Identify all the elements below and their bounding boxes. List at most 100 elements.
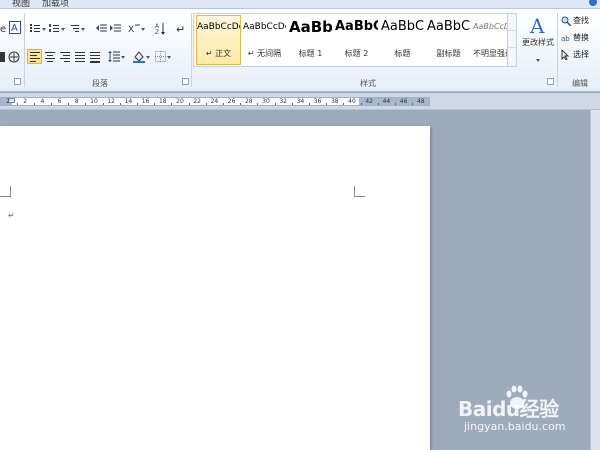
style-subtle-emphasis[interactable]: AaBbCcDd 不明显强调 bbox=[472, 15, 508, 65]
tab-view[interactable]: 视图 bbox=[12, 0, 30, 8]
find-icon bbox=[561, 16, 571, 26]
ruler-label: 46 bbox=[399, 98, 408, 105]
ruler-label: 8 bbox=[74, 98, 79, 105]
ruler-label: 44 bbox=[382, 98, 391, 105]
ruler-tick bbox=[16, 103, 18, 105]
ruler-tick bbox=[395, 103, 396, 105]
paragraph-mark: ↵ bbox=[8, 211, 15, 220]
style-title[interactable]: AaBbC 标题 bbox=[380, 15, 425, 65]
svg-text:X: X bbox=[128, 25, 134, 34]
change-styles-label: 更改样式 bbox=[522, 38, 554, 47]
select-button[interactable]: 选择 bbox=[561, 48, 600, 62]
ruler-label: 32 bbox=[279, 98, 288, 105]
show-paragraph-marks-icon[interactable]: ↵ bbox=[176, 23, 184, 35]
watermark: Baidu经验 jingyan.baidu.com bbox=[458, 383, 598, 439]
align-center-button[interactable] bbox=[42, 49, 57, 64]
ruler-tick bbox=[188, 103, 190, 105]
ruler-strip[interactable]: 2 2 4 6 8 10 12 14 16 18 20 22 24 26 28 30 32 34 36 38 40 42 4… bbox=[0, 97, 430, 106]
style-no-spacing[interactable]: AaBbCcDd ↵ 无间隔 bbox=[242, 15, 287, 65]
line-spacing-dropdown-icon[interactable] bbox=[121, 56, 125, 59]
group-separator bbox=[557, 13, 558, 87]
borders-icon[interactable] bbox=[155, 51, 166, 62]
ruler-label: 30 bbox=[262, 98, 270, 105]
scroll-down-icon[interactable] bbox=[508, 31, 516, 48]
bullets-dropdown-icon[interactable] bbox=[42, 28, 46, 31]
svg-text:A: A bbox=[11, 23, 18, 34]
svg-text:A: A bbox=[529, 14, 545, 37]
style-heading-1[interactable]: AaBb 标题 1 bbox=[288, 15, 333, 65]
paragraph-group-label: 段落 bbox=[92, 79, 108, 88]
chinese-layout-icon[interactable]: X bbox=[128, 23, 140, 34]
styles-dialog-launcher[interactable] bbox=[547, 78, 554, 85]
ribbon: e A X A Z ↵ 段落 AaBbCcDd ↵ 正文 AaBbCcDd ↵ … bbox=[0, 9, 600, 92]
ruler-label: 24 bbox=[210, 98, 219, 105]
enclose-characters-icon[interactable] bbox=[8, 51, 20, 63]
crop-mark-top-left bbox=[0, 186, 11, 197]
cursor-icon bbox=[561, 50, 570, 60]
font-dialog-launcher[interactable] bbox=[14, 78, 21, 85]
ruler-label: 42 bbox=[365, 98, 374, 105]
document-page[interactable]: ↵ bbox=[0, 126, 430, 450]
ribbon-tab-strip: 视图 加载项 bbox=[0, 0, 600, 9]
style-normal[interactable]: AaBbCcDd ↵ 正文 bbox=[196, 15, 241, 65]
ruler-label: 12 bbox=[107, 98, 116, 105]
ruler-label: 28 bbox=[244, 98, 253, 105]
change-styles-icon: A bbox=[529, 14, 545, 37]
ruler-tick bbox=[257, 103, 259, 105]
ruler-tick bbox=[309, 103, 310, 105]
ruler-tick bbox=[137, 103, 138, 105]
styles-group-label: 样式 bbox=[360, 79, 376, 88]
ruler-tick bbox=[33, 103, 35, 105]
styles-gallery-scroll[interactable] bbox=[507, 14, 516, 66]
group-separator bbox=[191, 13, 192, 87]
scroll-up-icon[interactable] bbox=[508, 14, 516, 31]
ruler-tick bbox=[171, 103, 173, 105]
justify-button[interactable] bbox=[72, 49, 87, 64]
ruler-label: 6 bbox=[57, 98, 62, 105]
distributed-button[interactable] bbox=[87, 49, 102, 64]
find-button[interactable]: 查找 bbox=[561, 14, 600, 28]
style-subtitle[interactable]: AaBbC 副标题 bbox=[426, 15, 471, 65]
watermark-url: jingyan.baidu.com bbox=[464, 420, 566, 433]
borders-dropdown-icon[interactable] bbox=[167, 56, 171, 59]
change-styles-button[interactable]: A 更改样式 bbox=[520, 13, 556, 73]
style-heading-2[interactable]: AaBbC 标题 2 bbox=[334, 15, 379, 65]
tab-add-ins[interactable]: 加载项 bbox=[42, 0, 69, 8]
help-icon[interactable] bbox=[589, 0, 597, 6]
ruler-tick bbox=[326, 103, 328, 105]
numbering-icon[interactable] bbox=[49, 24, 59, 33]
change-case-icon[interactable]: e bbox=[0, 22, 8, 34]
ruler-tick bbox=[205, 103, 207, 105]
multilevel-list-icon[interactable] bbox=[69, 24, 79, 33]
ruler-tick bbox=[68, 103, 70, 105]
numbering-dropdown-icon[interactable] bbox=[61, 28, 65, 31]
text-effect-icon[interactable] bbox=[0, 51, 6, 63]
character-border-icon[interactable]: A bbox=[9, 21, 21, 34]
paragraph-dialog-launcher[interactable] bbox=[182, 78, 189, 85]
ruler-label: 26 bbox=[227, 98, 236, 105]
ruler-tick bbox=[274, 103, 276, 105]
ruler-label: 2 bbox=[23, 98, 28, 105]
align-left-button[interactable] bbox=[27, 49, 42, 64]
shading-dropdown-icon[interactable] bbox=[146, 56, 150, 59]
ruler-tick bbox=[51, 103, 52, 105]
bullets-icon[interactable] bbox=[30, 24, 40, 33]
ruler-tick bbox=[223, 103, 224, 105]
decrease-indent-icon[interactable] bbox=[96, 24, 107, 34]
group-separator bbox=[24, 13, 25, 87]
ruler-tick bbox=[343, 103, 345, 105]
line-spacing-icon[interactable] bbox=[108, 51, 120, 63]
shading-icon[interactable] bbox=[133, 50, 145, 63]
increase-indent-icon[interactable] bbox=[110, 24, 121, 34]
replace-button[interactable]: ab 替换 bbox=[561, 31, 600, 45]
ruler-tick bbox=[102, 103, 104, 105]
sort-icon[interactable]: A Z bbox=[155, 22, 166, 35]
multilevel-list-dropdown-icon[interactable] bbox=[81, 28, 85, 31]
ruler-tick bbox=[360, 103, 362, 105]
chinese-layout-dropdown-icon[interactable] bbox=[141, 28, 145, 31]
ruler-tick bbox=[85, 103, 87, 105]
ruler-tick bbox=[119, 103, 121, 105]
ruler-label: 16 bbox=[141, 98, 150, 105]
ruler-tick bbox=[240, 103, 242, 105]
align-right-button[interactable] bbox=[57, 49, 72, 64]
